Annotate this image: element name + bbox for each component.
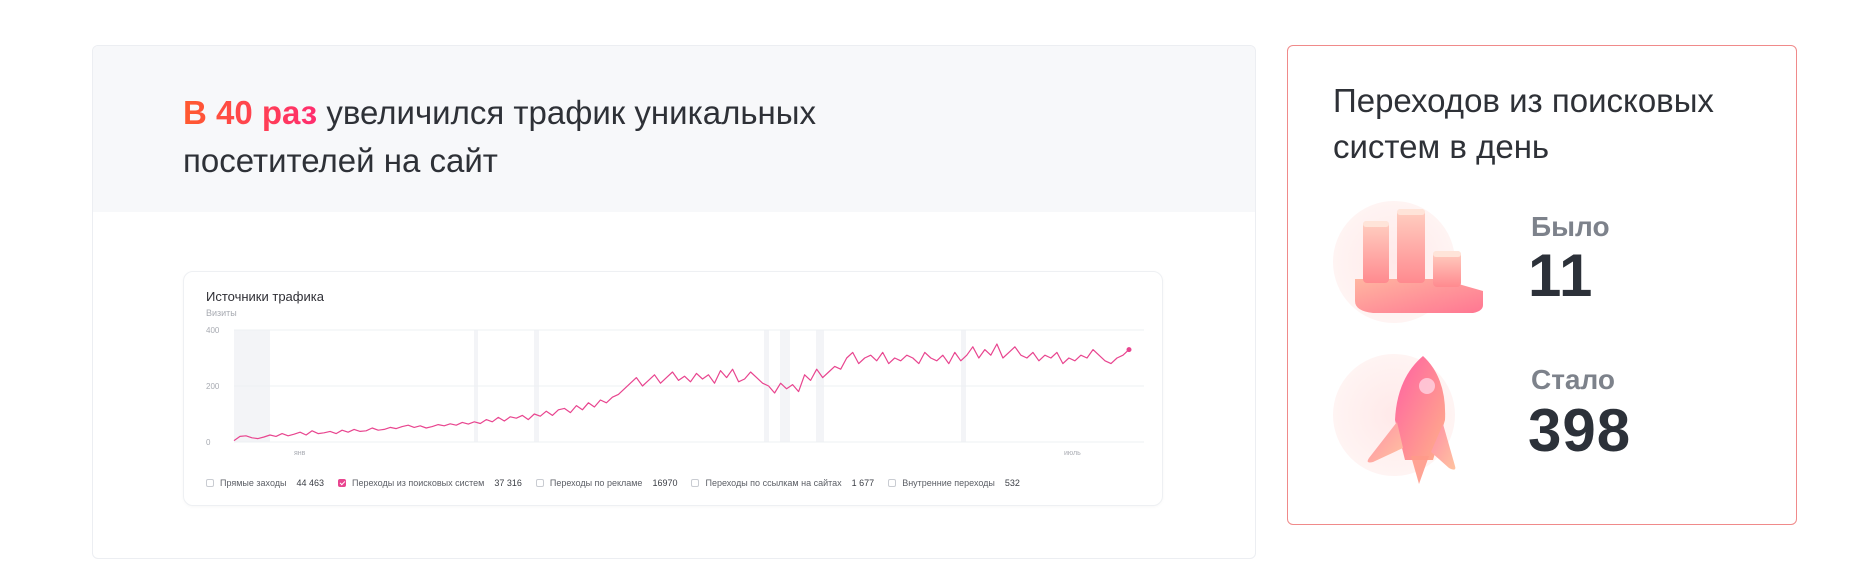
legend-value: 44 463	[296, 478, 324, 488]
x-tick-label: янв	[294, 450, 306, 457]
rocket-icon	[1333, 354, 1456, 484]
legend-value: 16970	[652, 478, 678, 488]
legend-label: Переходы по рекламе	[549, 478, 643, 488]
legend-item[interactable]: Прямые заходы 44 463	[206, 478, 324, 488]
y-tick-label: 0	[206, 438, 211, 447]
series-end-point	[1126, 347, 1132, 353]
legend-item[interactable]: Переходы по рекламе 16970	[535, 478, 678, 488]
bar-chart-3d-icon	[1333, 201, 1483, 323]
legend-checkbox[interactable]	[338, 479, 346, 487]
traffic-sources-chart: Источники трафика Визиты 400 200 0 янв июль …	[183, 271, 1163, 506]
headline: В 40 раз увеличился трафик уникальных по…	[183, 89, 943, 185]
line-chart: 400 200 0 янв июль	[206, 326, 1144, 457]
before-label: Было	[1531, 211, 1610, 242]
legend-label: Прямые заходы	[220, 478, 287, 488]
y-tick-label: 400	[206, 326, 220, 335]
legend-checkbox[interactable]	[888, 479, 897, 487]
search-visits-card: Переходов из поисковых систем в день Был…	[1287, 45, 1797, 525]
legend-checkbox[interactable]	[206, 479, 214, 487]
after-label: Стало	[1531, 364, 1616, 395]
series-line	[233, 343, 1130, 442]
legend-label: Внутренние переходы	[902, 478, 995, 488]
traffic-card-header: В 40 раз увеличился трафик уникальных по…	[93, 46, 1255, 212]
y-tick-label: 200	[206, 382, 220, 391]
legend-value: 532	[1004, 478, 1020, 488]
x-tick-label: июль	[1064, 450, 1081, 457]
chart-legend: Прямые заходы 44 463 Переходы из поисковых…	[206, 478, 1034, 488]
legend-item[interactable]: Внутренние переходы 532	[888, 478, 1020, 488]
legend-value: 1 677	[851, 478, 875, 488]
legend-checkbox[interactable]	[691, 479, 700, 487]
legend-checkbox[interactable]	[535, 479, 544, 487]
before-value: 11	[1528, 242, 1594, 309]
search-visits-title: Переходов из поисковых систем в день	[1333, 82, 1714, 165]
legend-item[interactable]: Переходы из поисковых систем 37 316	[338, 478, 522, 488]
legend-label: Переходы из поисковых систем	[352, 478, 485, 488]
headline-accent: В 40 раз	[183, 94, 318, 131]
legend-item[interactable]: Переходы по ссылкам на сайтах 1 677	[691, 478, 874, 488]
after-value: 398	[1528, 397, 1632, 464]
legend-label: Переходы по ссылкам на сайтах	[705, 478, 842, 488]
traffic-card: В 40 раз увеличился трафик уникальных по…	[92, 45, 1256, 559]
legend-value: 37 316	[494, 478, 522, 488]
